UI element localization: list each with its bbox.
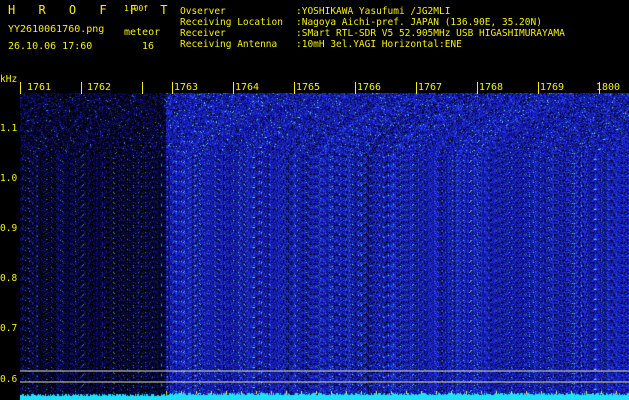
spectrogram-app: H R O F F T 1.00f YY2610061760.png 26.10… xyxy=(0,0,629,400)
plot-overlay xyxy=(20,370,629,383)
